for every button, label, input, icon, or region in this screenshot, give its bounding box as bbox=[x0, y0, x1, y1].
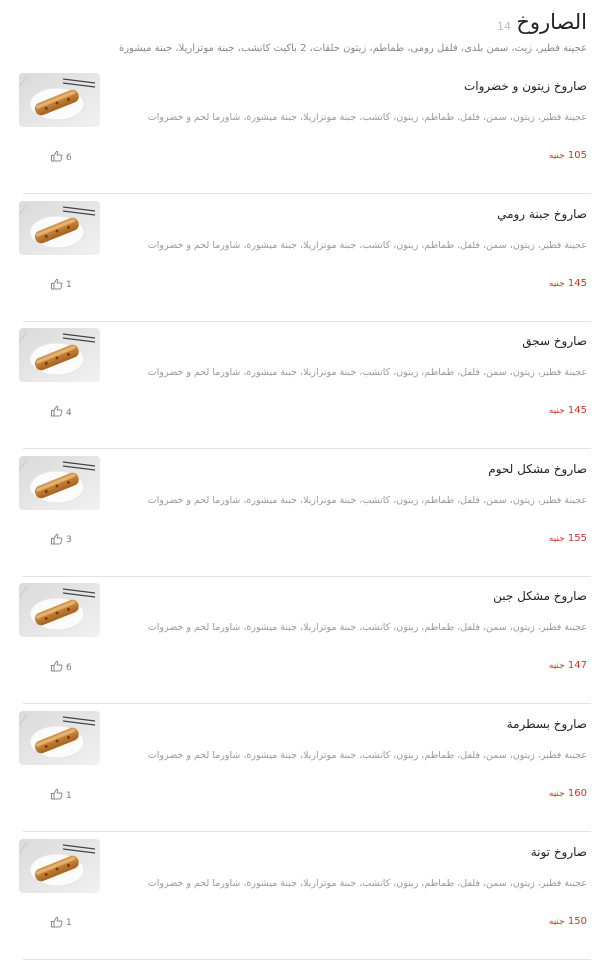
item-name[interactable]: صاروخ مشكل جبن bbox=[493, 589, 587, 603]
item-thumbnail[interactable] bbox=[19, 583, 100, 638]
item-thumbnail[interactable] bbox=[19, 328, 100, 383]
item-price: 155 جنيه bbox=[549, 533, 587, 544]
price-currency: جنيه bbox=[548, 406, 565, 417]
menu-item[interactable]: صاروخ بسطرمة عجينة فطير، زيتون، سمن، فلف… bbox=[0, 704, 601, 832]
price-value: 147 bbox=[567, 660, 587, 672]
item-description: عجينة فطير، زيتون، سمن، فلفل، طماطم، زيت… bbox=[147, 750, 587, 761]
item-name[interactable]: صاروخ زيتون و خضروات bbox=[464, 79, 587, 93]
price-currency: جنيه bbox=[548, 533, 565, 544]
item-description: عجينة فطير، زيتون، سمن، فلفل، طماطم، زيت… bbox=[147, 877, 587, 889]
item-price: 105 جنيه bbox=[549, 150, 587, 161]
price-currency: جنيه bbox=[548, 151, 565, 161]
item-description: عجينة فطير، زيتون، سمن، فلفل، طماطم، زيت… bbox=[147, 494, 587, 506]
item-thumbnail[interactable] bbox=[19, 711, 100, 765]
section-description: عجينة فطير، زيت، سمن بلدى، فلفل رومى، طم… bbox=[118, 43, 587, 54]
menu-item[interactable]: صاروخ زيتون و خضروات عجينة فطير، زيتون، … bbox=[0, 66, 601, 194]
section-item-count: 14 bbox=[497, 20, 511, 33]
like-count: 1 bbox=[66, 790, 72, 801]
price-currency: جنيه bbox=[548, 278, 565, 289]
thumbs-up-icon bbox=[50, 150, 64, 165]
price-currency: جنيه bbox=[548, 916, 565, 927]
item-price: 147 جنيه bbox=[549, 660, 587, 671]
item-price: 145 جنيه bbox=[549, 405, 587, 416]
like-button[interactable]: 1 bbox=[50, 788, 72, 803]
item-divider bbox=[23, 958, 591, 960]
item-name[interactable]: صاروخ مشكل لحوم bbox=[488, 462, 587, 476]
thumbs-up-icon bbox=[50, 405, 64, 420]
menu-item[interactable]: صاروخ مشكل لحوم عجينة فطير، زيتون، سمن، … bbox=[0, 449, 601, 577]
menu-item[interactable]: صاروخ سجق عجينة فطير، زيتون، سمن، فلفل، … bbox=[0, 321, 601, 450]
like-button[interactable]: 3 bbox=[50, 533, 72, 548]
item-name[interactable]: صاروخ تونة bbox=[531, 845, 587, 859]
price-value: 145 bbox=[567, 277, 587, 289]
item-description: عجينة فطير، زيتون، سمن، فلفل، طماطم، زيت… bbox=[147, 367, 587, 379]
item-name[interactable]: صاروخ جبنة رومي bbox=[497, 207, 587, 221]
like-count: 1 bbox=[66, 918, 72, 929]
like-button[interactable]: 1 bbox=[50, 916, 72, 931]
item-thumbnail[interactable] bbox=[19, 455, 100, 510]
item-thumbnail[interactable] bbox=[19, 73, 100, 127]
like-count: 6 bbox=[66, 152, 72, 163]
thumbs-up-icon bbox=[50, 278, 64, 293]
item-description: عجينة فطير، زيتون، سمن، فلفل، طماطم، زيت… bbox=[147, 239, 587, 251]
like-button[interactable]: 1 bbox=[50, 278, 72, 293]
price-value: 150 bbox=[567, 915, 587, 927]
price-currency: جنيه bbox=[548, 661, 565, 672]
like-count: 1 bbox=[66, 280, 72, 291]
menu-item[interactable]: صاروخ جبنة رومي عجينة فطير، زيتون، سمن، … bbox=[0, 194, 601, 322]
price-value: 155 bbox=[567, 532, 587, 544]
like-button[interactable]: 6 bbox=[50, 660, 72, 675]
thumbs-up-icon bbox=[50, 533, 64, 548]
price-value: 105 bbox=[567, 150, 587, 161]
item-thumbnail[interactable] bbox=[19, 200, 100, 255]
item-price: 150 جنيه bbox=[549, 916, 587, 927]
item-price: 145 جنيه bbox=[549, 278, 587, 289]
like-count: 3 bbox=[66, 535, 72, 546]
like-count: 4 bbox=[66, 407, 72, 418]
like-button[interactable]: 4 bbox=[50, 405, 72, 420]
like-button[interactable]: 6 bbox=[50, 150, 72, 165]
menu-item[interactable]: صاروخ تونة عجينة فطير، زيتون، سمن، فلفل،… bbox=[0, 832, 601, 960]
item-description: عجينة فطير، زيتون، سمن، فلفل، طماطم، زيت… bbox=[147, 622, 587, 634]
thumbs-up-icon bbox=[50, 916, 64, 931]
item-name[interactable]: صاروخ سجق bbox=[522, 334, 587, 348]
section-title: الصاروخ bbox=[516, 10, 587, 34]
like-count: 6 bbox=[66, 662, 72, 673]
thumbs-up-icon bbox=[50, 660, 64, 675]
item-name[interactable]: صاروخ بسطرمة bbox=[507, 717, 587, 731]
price-value: 145 bbox=[567, 405, 587, 417]
price-currency: جنيه bbox=[548, 789, 565, 799]
menu-item[interactable]: صاروخ مشكل جبن عجينة فطير، زيتون، سمن، ف… bbox=[0, 576, 601, 705]
thumbs-up-icon bbox=[50, 788, 64, 803]
item-price: 160 جنيه bbox=[549, 788, 587, 799]
section-header: الصاروخ 14 عجينة فطير، زيت، سمن بلدى، فل… bbox=[0, 0, 601, 70]
item-description: عجينة فطير، زيتون، سمن، فلفل، طماطم، زيت… bbox=[147, 112, 587, 123]
item-thumbnail[interactable] bbox=[19, 838, 100, 893]
price-value: 160 bbox=[567, 788, 587, 799]
